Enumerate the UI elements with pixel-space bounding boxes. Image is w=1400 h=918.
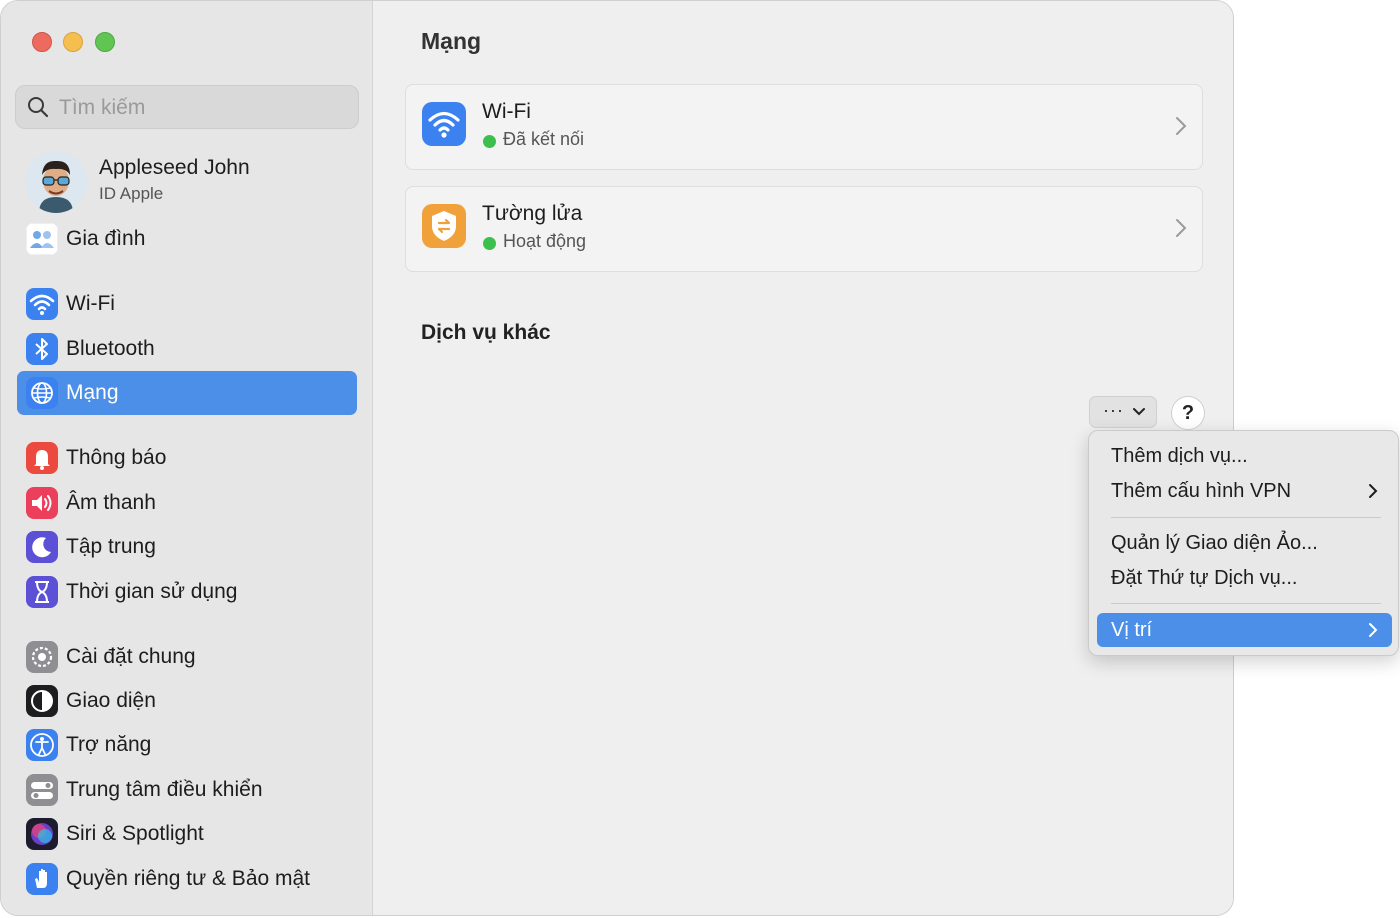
firewall-card[interactable]: Tường lửa Hoạt động <box>405 186 1203 272</box>
siri-icon <box>26 818 58 850</box>
menu-item-virtual-interfaces[interactable]: Quản lý Giao diện Ảo... <box>1097 526 1392 560</box>
sidebar-item-screen-time[interactable]: Thời gian sử dụng <box>17 570 357 614</box>
sidebar-item-wifi[interactable]: Wi-Fi <box>17 282 357 326</box>
menu-item-service-order[interactable]: Đặt Thứ tự Dịch vụ... <box>1097 561 1392 595</box>
section-title: Dịch vụ khác <box>421 321 551 344</box>
card-status: Đã kết nối <box>503 129 585 149</box>
sidebar-item-label: Trung tâm điều khiển <box>66 778 263 801</box>
sidebar-item-network[interactable]: Mạng <box>17 371 357 415</box>
sidebar-item-appearance[interactable]: Giao diện <box>17 679 357 723</box>
gear-icon <box>26 641 58 673</box>
menu-item-label: Thêm cấu hình VPN <box>1111 480 1292 502</box>
menu-divider <box>1111 517 1381 518</box>
submenu-arrow-icon <box>1369 623 1378 637</box>
firewall-icon <box>422 204 466 248</box>
close-window-button[interactable] <box>32 32 52 52</box>
chevron-right-icon <box>1176 219 1187 237</box>
card-title: Wi-Fi <box>482 100 531 123</box>
accessibility-icon <box>26 729 58 761</box>
status-dot <box>483 135 496 148</box>
wifi-icon <box>26 288 58 320</box>
avatar <box>25 151 87 213</box>
sidebar-item-label: Mạng <box>66 381 119 404</box>
menu-item-add-service[interactable]: Thêm dịch vụ... <box>1097 439 1392 473</box>
appearance-icon <box>26 685 58 717</box>
zoom-window-button[interactable] <box>95 32 115 52</box>
search-placeholder: Tìm kiếm <box>59 96 146 119</box>
sidebar-item-label: Quyền riêng tư & Bảo mật <box>66 867 311 890</box>
apple-id-profile[interactable]: Appleseed John ID Apple <box>25 149 355 213</box>
card-title: Tường lửa <box>482 202 583 225</box>
sidebar-item-label: Âm thanh <box>66 491 156 514</box>
sidebar-item-siri-spotlight[interactable]: Siri & Spotlight <box>17 812 357 856</box>
more-actions-button[interactable]: ··· <box>1089 396 1157 428</box>
sidebar-item-sound[interactable]: Âm thanh <box>17 481 357 525</box>
privacy-hand-icon <box>26 863 58 895</box>
notification-bell-icon <box>26 442 58 474</box>
profile-name: Appleseed John <box>99 156 250 179</box>
menu-divider <box>1111 603 1381 604</box>
sidebar-item-label: Tập trung <box>66 535 156 558</box>
family-icon <box>26 223 58 255</box>
menu-item-label: Thêm dịch vụ... <box>1111 445 1248 467</box>
sidebar-item-label: Bluetooth <box>66 337 155 360</box>
menu-item-label: Vị trí <box>1111 619 1153 641</box>
status-dot <box>483 237 496 250</box>
search-icon <box>28 97 49 118</box>
wifi-icon <box>422 102 466 146</box>
hourglass-icon <box>26 576 58 608</box>
more-actions-menu: Thêm dịch vụ... Thêm cấu hình VPN Quản l… <box>1088 430 1399 656</box>
sidebar-item-label: Thông báo <box>66 446 167 469</box>
search-input[interactable]: Tìm kiếm <box>15 85 359 129</box>
sidebar-item-label: Thời gian sử dụng <box>66 580 238 603</box>
speaker-icon <box>26 487 58 519</box>
menu-item-location[interactable]: Vị trí <box>1097 613 1392 647</box>
minimize-window-button[interactable] <box>63 32 83 52</box>
wifi-card[interactable]: Wi-Fi Đã kết nối <box>405 84 1203 170</box>
sidebar-item-label: Trợ năng <box>66 733 152 756</box>
sidebar-item-family[interactable]: Gia đình <box>17 217 357 261</box>
sidebar-item-accessibility[interactable]: Trợ năng <box>17 723 357 767</box>
page-title: Mạng <box>421 28 482 54</box>
sidebar-item-label: Siri & Spotlight <box>66 822 204 845</box>
sidebar-item-label: Cài đặt chung <box>66 645 196 668</box>
sidebar-item-privacy-security[interactable]: Quyền riêng tư & Bảo mật <box>17 857 357 901</box>
sidebar-item-label: Wi-Fi <box>66 292 115 315</box>
moon-icon <box>26 531 58 563</box>
settings-window: Tìm kiếm Appleseed John ID Apple Gia đìn… <box>0 0 1234 916</box>
menu-item-add-vpn[interactable]: Thêm cấu hình VPN <box>1097 474 1392 508</box>
profile-subtitle: ID Apple <box>99 184 164 203</box>
sidebar: Tìm kiếm Appleseed John ID Apple Gia đìn… <box>1 1 373 915</box>
submenu-arrow-icon <box>1369 484 1378 498</box>
network-globe-icon <box>26 377 58 409</box>
sidebar-item-bluetooth[interactable]: Bluetooth <box>17 327 357 371</box>
chevron-right-icon <box>1176 117 1187 135</box>
card-status: Hoạt động <box>503 231 587 251</box>
ellipsis-icon: ··· <box>1103 400 1124 420</box>
sidebar-item-label: Gia đình <box>66 227 146 250</box>
sidebar-item-label: Giao diện <box>66 689 156 712</box>
sidebar-item-control-center[interactable]: Trung tâm điều khiển <box>17 768 357 812</box>
help-button[interactable]: ? <box>1171 396 1205 430</box>
bluetooth-icon <box>26 333 58 365</box>
menu-item-label: Quản lý Giao diện Ảo... <box>1111 532 1318 554</box>
menu-item-label: Đặt Thứ tự Dịch vụ... <box>1111 567 1298 589</box>
sidebar-item-notifications[interactable]: Thông báo <box>17 436 357 480</box>
chevron-down-icon <box>1133 408 1145 416</box>
control-center-icon <box>26 774 58 806</box>
sidebar-item-general[interactable]: Cài đặt chung <box>17 635 357 679</box>
sidebar-item-focus[interactable]: Tập trung <box>17 525 357 569</box>
